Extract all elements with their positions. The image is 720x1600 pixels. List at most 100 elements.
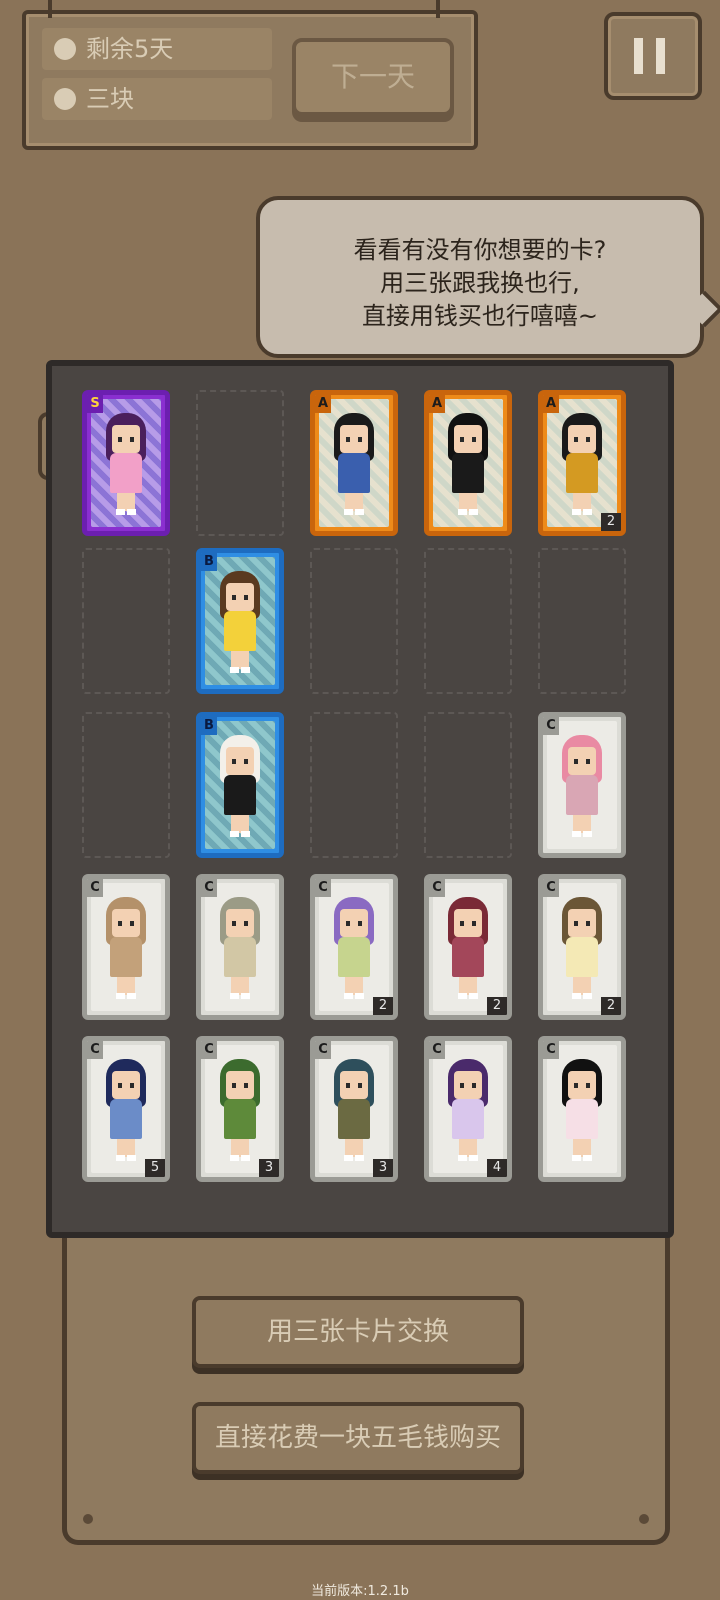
sprite-face [226, 747, 254, 775]
character-sprite [326, 1059, 382, 1169]
sprite-face [226, 909, 254, 937]
sprite-face [112, 909, 140, 937]
sprite-outfit [110, 1099, 142, 1139]
card-rank-badge: C [543, 717, 559, 735]
character-card[interactable]: C2 [538, 874, 626, 1020]
character-card[interactable]: C5 [82, 1036, 170, 1182]
sprite-face [226, 1071, 254, 1099]
character-card[interactable]: C [82, 874, 170, 1020]
sprite-shoe [572, 993, 581, 999]
sprite-shoe [355, 509, 364, 515]
card-count-badge: 2 [373, 997, 393, 1015]
character-card[interactable]: C [538, 1036, 626, 1182]
character-sprite [440, 413, 496, 523]
dialog-line: 用三张跟我换也行, [380, 269, 580, 297]
character-card[interactable]: B [196, 548, 284, 694]
pause-button[interactable] [604, 12, 702, 100]
sprite-eye [472, 1083, 476, 1088]
card-grid: SAAA2BBCCCC2C2C2C5C3C3C4C [46, 360, 674, 1238]
card-rank-badge: C [429, 879, 445, 897]
sprite-eye [118, 1083, 122, 1088]
card-rank-badge: A [315, 395, 331, 413]
sprite-shoe [572, 509, 581, 515]
sprite-shoe [583, 1155, 592, 1161]
character-sprite [212, 571, 268, 681]
character-card[interactable]: S [82, 390, 170, 536]
character-sprite [554, 897, 610, 1007]
card-rank-badge: A [543, 395, 559, 413]
sprite-shoe [127, 509, 136, 515]
character-card[interactable]: A2 [538, 390, 626, 536]
sprite-eye [118, 437, 122, 442]
sprite-shoe [572, 1155, 581, 1161]
sprite-eye [586, 437, 590, 442]
sprite-shoe [241, 831, 250, 837]
sprite-outfit [566, 937, 598, 977]
character-card[interactable]: C [196, 874, 284, 1020]
empty-card-slot [310, 712, 398, 858]
character-card[interactable]: C [538, 712, 626, 858]
sprite-outfit [224, 1099, 256, 1139]
card-rank-badge: C [87, 879, 103, 897]
sprite-shoe [127, 1155, 136, 1161]
character-card[interactable]: B [196, 712, 284, 858]
character-card[interactable]: A [424, 390, 512, 536]
card-rank-badge: C [201, 1041, 217, 1059]
card-rank-badge: C [315, 1041, 331, 1059]
character-card[interactable]: C4 [424, 1036, 512, 1182]
version-label: 当前版本:1.2.1b [311, 1584, 409, 1599]
character-card[interactable]: C3 [196, 1036, 284, 1182]
sprite-shoe [469, 993, 478, 999]
sprite-eye [232, 921, 236, 926]
sprite-shoe [344, 509, 353, 515]
pause-icon [634, 38, 643, 74]
empty-card-slot [310, 548, 398, 694]
sprite-face [112, 1071, 140, 1099]
frame-rivet [83, 1514, 93, 1524]
character-card[interactable]: C2 [310, 874, 398, 1020]
sprite-eye [244, 921, 248, 926]
sprite-eye [118, 921, 122, 926]
character-sprite [212, 735, 268, 845]
sprite-face [340, 909, 368, 937]
pause-icon [656, 38, 665, 74]
empty-card-slot [538, 548, 626, 694]
buy-with-money-button[interactable]: 直接花费一块五毛钱购买 [192, 1402, 524, 1474]
status-panel: 剩余5天 三块 下一天 [22, 0, 478, 150]
character-card[interactable]: C2 [424, 874, 512, 1020]
sprite-shoe [127, 993, 136, 999]
sprite-outfit [224, 937, 256, 977]
sprite-eye [574, 1083, 578, 1088]
sprite-eye [586, 759, 590, 764]
sprite-eye [460, 437, 464, 442]
sprite-outfit [452, 1099, 484, 1139]
trade-three-cards-button[interactable]: 用三张卡片交换 [192, 1296, 524, 1368]
sprite-outfit [566, 453, 598, 493]
sprite-shoe [344, 1155, 353, 1161]
sprite-shoe [469, 1155, 478, 1161]
sprite-outfit [338, 453, 370, 493]
sprite-face [568, 909, 596, 937]
card-rank-badge: C [87, 1041, 103, 1059]
card-rank-badge: C [429, 1041, 445, 1059]
sprite-eye [244, 1083, 248, 1088]
sprite-shoe [230, 831, 239, 837]
merchant-dialog: 看看有没有你想要的卡? 用三张跟我换也行, 直接用钱买也行嘻嘻~ [256, 196, 720, 358]
character-card[interactable]: C3 [310, 1036, 398, 1182]
next-day-button[interactable]: 下一天 [292, 38, 454, 116]
sprite-outfit [224, 775, 256, 815]
card-rank-badge: C [543, 879, 559, 897]
character-card[interactable]: A [310, 390, 398, 536]
sprite-face [454, 425, 482, 453]
empty-card-slot [82, 548, 170, 694]
coin-icon [54, 88, 76, 110]
sprite-shoe [458, 509, 467, 515]
card-count-badge: 3 [259, 1159, 279, 1177]
sprite-shoe [458, 1155, 467, 1161]
sprite-outfit [338, 937, 370, 977]
sprite-outfit [224, 611, 256, 651]
sprite-eye [130, 437, 134, 442]
sprite-eye [472, 921, 476, 926]
panel-rope [48, 0, 52, 18]
sprite-eye [358, 1083, 362, 1088]
